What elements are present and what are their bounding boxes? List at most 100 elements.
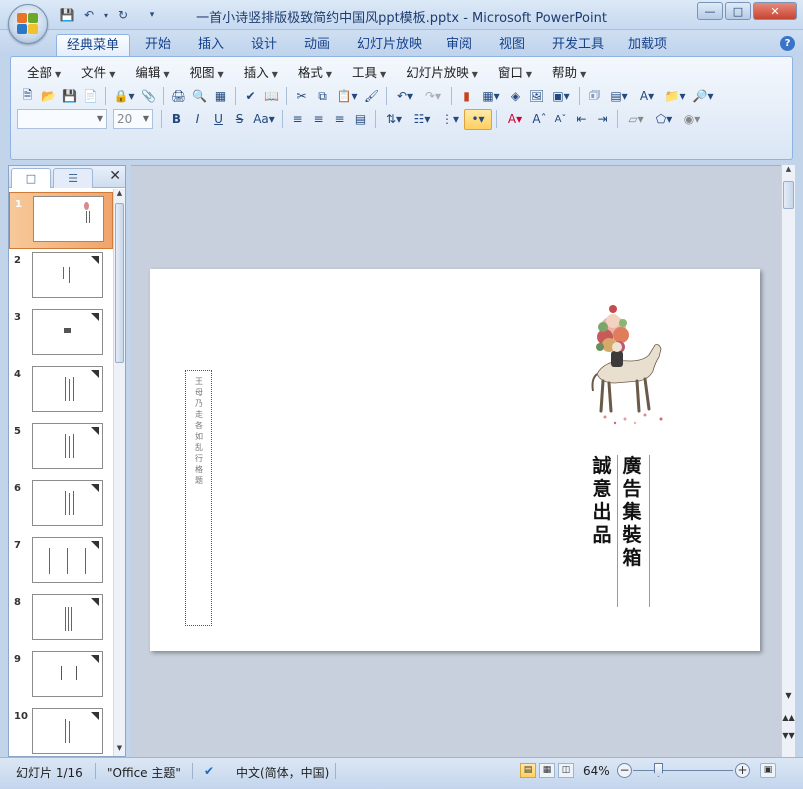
menu-slideshow[interactable]: 幻灯片放映 ▼ [396, 63, 488, 83]
thumbnail-item[interactable]: 3 [9, 306, 113, 363]
menu-view[interactable]: 视图 ▼ [180, 63, 234, 83]
align-right-icon[interactable]: ≡ [329, 109, 350, 130]
email-attach-icon[interactable]: 📎 [138, 86, 159, 107]
decrease-indent-icon[interactable]: ⇤ [571, 109, 592, 130]
scroll-down-icon[interactable]: ▼ [114, 744, 125, 756]
tab-outline[interactable]: ☰ [53, 168, 93, 188]
font-name-select[interactable]: ▼ [17, 109, 107, 129]
zoom-search-icon[interactable]: 🔎▾ [689, 86, 717, 107]
thumbnail-item[interactable]: 5 [9, 420, 113, 477]
print-preview-icon[interactable]: 🔍 [189, 86, 210, 107]
slide-sorter-view-icon[interactable]: ▦ [539, 763, 555, 778]
maximize-button[interactable]: □ [725, 2, 751, 20]
zoom-in-icon[interactable]: + [735, 763, 750, 778]
text-direction-icon[interactable]: ⇅▾ [380, 109, 408, 130]
thumbnail-scrollbar[interactable]: ▲ ▼ [113, 189, 125, 756]
save-icon[interactable]: 💾 [59, 86, 80, 107]
tab-classic-menu[interactable]: 经典菜单 [56, 34, 131, 56]
tab-slideshow[interactable]: 幻灯片放映 [347, 34, 432, 56]
thumbnail-item[interactable]: 9 [9, 648, 113, 705]
insert-chart-icon[interactable]: ▮ [456, 86, 477, 107]
zoom-out-icon[interactable]: − [617, 763, 632, 778]
spelling-check-icon[interactable]: ✔ [240, 86, 261, 107]
grayscale-icon[interactable]: ▣▾ [547, 86, 575, 107]
spell-check-icon[interactable]: ✔ [204, 764, 214, 778]
font-color-icon[interactable]: A▾ [501, 109, 529, 130]
close-pane-icon[interactable]: ✕ [109, 168, 121, 184]
scroll-thumb[interactable] [115, 203, 124, 363]
shapes-icon[interactable]: ⬠▾ [650, 109, 678, 130]
scroll-up-icon[interactable]: ▲ [114, 189, 125, 201]
insert-picture-icon[interactable]: 🖼 [526, 86, 547, 107]
normal-view-icon[interactable]: ▤ [520, 763, 536, 778]
close-button[interactable]: ✕ [753, 2, 797, 20]
tab-home[interactable]: 开始 [135, 34, 181, 56]
save-as-pdf-icon[interactable]: 📄 [80, 86, 101, 107]
scroll-down-icon[interactable]: ▼ [782, 691, 795, 700]
next-slide-icon[interactable]: ▼▼ [782, 731, 795, 740]
fit-to-window-icon[interactable]: ▣ [760, 763, 776, 778]
menu-insert[interactable]: 插入 ▼ [234, 63, 288, 83]
copy-icon[interactable]: ⧉ [312, 86, 333, 107]
slide-title[interactable]: 廣告集裝箱 [620, 455, 644, 570]
thumbnail-item[interactable]: 10 [9, 705, 113, 756]
undo-icon[interactable]: ↶▾ [391, 86, 419, 107]
layout-icon[interactable]: ▤▾ [605, 86, 633, 107]
tab-view[interactable]: 视图 [489, 34, 535, 56]
tab-addins[interactable]: 加载项 [618, 34, 677, 56]
thumbnail-item[interactable]: 1 [9, 192, 113, 249]
permission-icon[interactable]: 🔒▾ [110, 86, 138, 107]
thumbnail-item[interactable]: 8 [9, 591, 113, 648]
menu-help[interactable]: 帮助 ▼ [542, 63, 596, 83]
font-size-select[interactable]: 20 ▼ [113, 109, 153, 129]
shape-fill-icon[interactable]: ◉▾ [678, 109, 706, 130]
editing-scrollbar[interactable]: ▲ ▼ ▲▲ ▼▼ [781, 165, 795, 757]
align-left-icon[interactable]: ≡ [287, 109, 308, 130]
menu-file[interactable]: 文件 ▼ [71, 63, 125, 83]
previous-slide-icon[interactable]: ▲▲ [782, 713, 795, 722]
thumbnail-item[interactable]: 6 [9, 477, 113, 534]
minimize-button[interactable]: — [697, 2, 723, 20]
help-icon[interactable]: ? [780, 36, 795, 51]
insert-table-icon[interactable]: ▦▾ [477, 86, 505, 107]
open-folder-icon[interactable]: 📂 [38, 86, 59, 107]
current-slide[interactable]: 王母乃走各如乱行格题 廣告集裝箱 誠意出品 [150, 269, 760, 651]
menu-format[interactable]: 格式 ▼ [288, 63, 342, 83]
format-painter-icon[interactable]: 🖌 [361, 86, 382, 107]
tab-developer[interactable]: 开发工具 [542, 34, 614, 56]
thumbnail-item[interactable]: 2 [9, 249, 113, 306]
slide-layout-icon[interactable]: ▦ [210, 86, 231, 107]
textbox-icon[interactable]: A▾ [633, 86, 661, 107]
zoom-slider-thumb[interactable] [654, 763, 663, 777]
folder-icon[interactable]: 📁▾ [661, 86, 689, 107]
menu-all[interactable]: 全部 ▼ [17, 63, 71, 83]
language-indicator[interactable]: 中文(简体，中国) [236, 764, 329, 781]
menu-edit[interactable]: 编辑 ▼ [125, 63, 179, 83]
redo-icon[interactable]: ↷▾ [419, 86, 447, 107]
italic-icon[interactable]: I [187, 109, 208, 130]
scroll-thumb[interactable] [783, 181, 794, 209]
tab-review[interactable]: 审阅 [436, 34, 482, 56]
slideshow-view-icon[interactable]: ◫ [558, 763, 574, 778]
tab-design[interactable]: 设计 [241, 34, 287, 56]
insert-clipart-icon[interactable]: ◈ [505, 86, 526, 107]
print-icon[interactable]: 🖨 [168, 86, 189, 107]
change-case-icon[interactable]: Aa▾ [250, 109, 278, 130]
research-icon[interactable]: 📖 [261, 86, 282, 107]
vertical-textbox[interactable]: 王母乃走各如乱行格题 [185, 370, 212, 626]
columns-icon[interactable]: ☷▾ [408, 109, 436, 130]
paste-icon[interactable]: 📋▾ [333, 86, 361, 107]
thumbnail-item[interactable]: 4 [9, 363, 113, 420]
zoom-slider[interactable] [633, 770, 733, 771]
menu-window[interactable]: 窗口 ▼ [488, 63, 542, 83]
new-document-icon[interactable]: 🗎 [17, 86, 38, 107]
grow-font-icon[interactable]: Aˆ [529, 109, 550, 130]
align-center-icon[interactable]: ≡ [308, 109, 329, 130]
bold-icon[interactable]: B [166, 109, 187, 130]
menu-tools[interactable]: 工具 ▼ [342, 63, 396, 83]
tab-slides[interactable]: □ [11, 168, 51, 188]
arrange-icon[interactable]: ▱▾ [622, 109, 650, 130]
tab-insert[interactable]: 插入 [188, 34, 234, 56]
zoom-level[interactable]: 64% [583, 764, 610, 778]
theme-name[interactable]: "Office 主题" [107, 764, 181, 781]
